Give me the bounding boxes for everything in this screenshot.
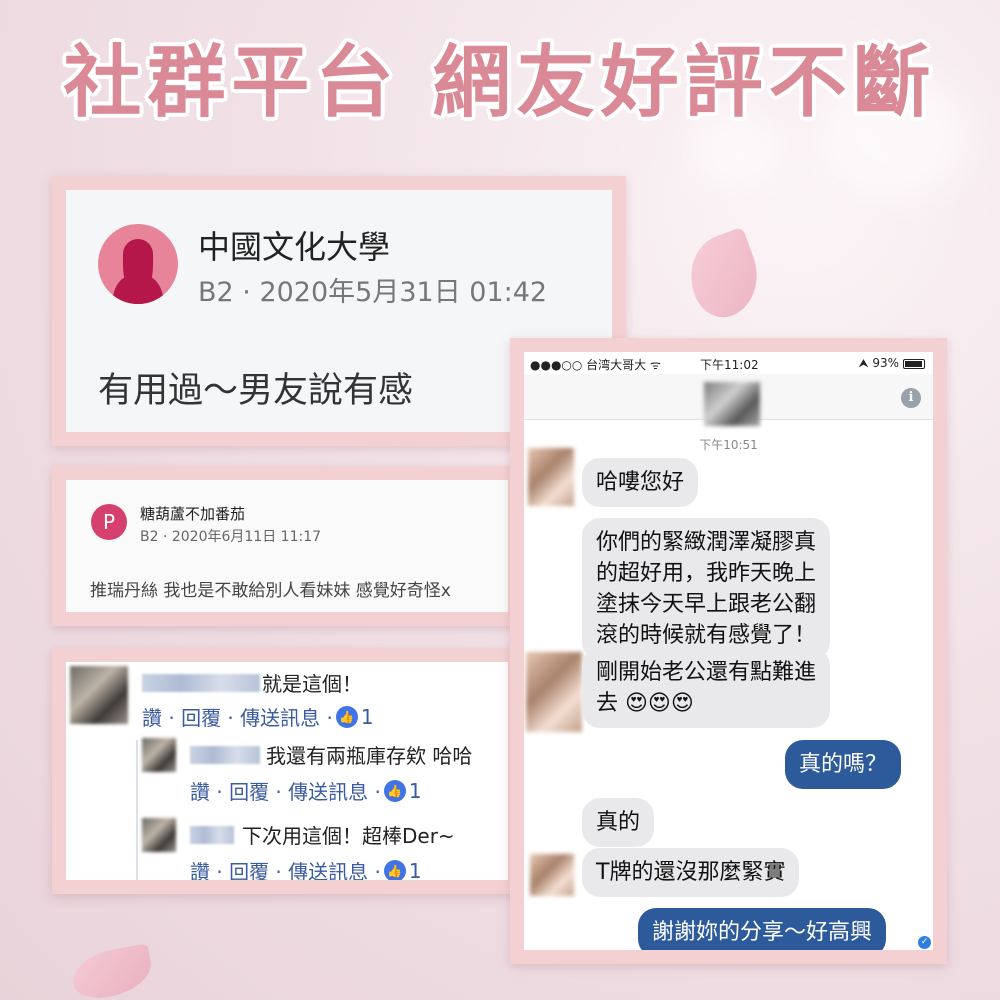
like-thumb-icon: 👍 (383, 859, 406, 880)
sender-avatar (526, 652, 582, 732)
comment-actions: 讚 · 回覆 · 傳送訊息 · 👍 1 (190, 856, 422, 880)
chat-screenshot-card: ●●●○○ 台湾大哥大 ᯤ 下午11:02 ⮝ 93% i 下午10:51 哈嘍… (510, 338, 947, 964)
like-thumb-icon: 👍 (383, 779, 406, 802)
redacted-name (190, 746, 260, 764)
reviewer-name[interactable]: 中國文化大學 (198, 222, 390, 268)
like-count: 1 (360, 704, 374, 729)
avatar (70, 666, 128, 724)
review-card-2: P 糖葫蘆不加番茄 B2 · 2020年6月11日 11:17 推瑞丹絲 我也是… (52, 466, 522, 626)
petal-decoration (678, 226, 770, 326)
comment-actions: 讚 · 回覆 · 傳送訊息 · 👍 1 (142, 702, 374, 731)
redacted-name (142, 674, 260, 692)
comment-actions: 讚 · 回覆 · 傳送訊息 · 👍 1 (190, 776, 422, 805)
reviewer-name[interactable]: 糖葫蘆不加番茄 (140, 503, 245, 524)
reply-thread-line (136, 740, 138, 880)
battery-status: ⮝ 93% (858, 356, 925, 371)
comment-text: 下次用這個！超棒Der~ (242, 824, 455, 848)
comment-action-links[interactable]: 讚 · 回覆 · 傳送訊息 · (190, 856, 381, 880)
redacted-name (190, 826, 234, 844)
contact-avatar[interactable] (704, 382, 760, 426)
review-meta: B2 · 2020年6月11日 11:17 (140, 529, 322, 545)
info-icon[interactable]: i (901, 388, 921, 408)
review-text: 有用過～男友說有感 (98, 371, 414, 411)
comment-text: 我還有兩瓶庫存欸 哈哈 (266, 744, 473, 768)
avatar (142, 818, 176, 852)
message-bubble-incoming: 哈嘍您好 (582, 458, 699, 507)
comment-thread-card: 就是這個！ 讚 · 回覆 · 傳送訊息 · 👍 1 我還有兩瓶庫存欸 哈哈 讚 … (52, 648, 522, 894)
message-bubble-incoming: 你們的緊緻潤澤凝膠真 的超好用，我昨天晚上 塗抹今天早上跟老公翻 滾的時候就有感… (582, 518, 831, 660)
clock: 下午11:02 (700, 358, 759, 372)
comment-action-links[interactable]: 讚 · 回覆 · 傳送訊息 · (142, 702, 333, 731)
message-bubble-incoming: T牌的還沒那麼緊實 (582, 848, 800, 897)
message-bubble-outgoing: 真的嗎？ (785, 740, 902, 789)
petal-decoration (68, 943, 156, 1000)
sender-avatar (528, 448, 574, 506)
message-bubble-incoming: 真的 (582, 798, 655, 847)
chat-timestamp: 下午10:51 (699, 438, 758, 452)
sender-avatar (530, 854, 574, 896)
message-bubble-incoming: 剛開始老公還有點難進 去 😍😍😍 (582, 648, 831, 728)
battery-icon (903, 358, 925, 369)
person-silhouette-icon (112, 239, 164, 304)
chat-header: i (524, 374, 933, 426)
carrier-signal: ●●●○○ 台湾大哥大 ᯤ (530, 358, 661, 372)
headline: 社群平台 網友好評不斷 (63, 38, 937, 128)
avatar (98, 224, 178, 304)
review-text: 推瑞丹絲 我也是不敢給別人看妹妹 感覺好奇怪x (90, 581, 451, 601)
message-bubble-outgoing: 謝謝妳的分享～好高興 (638, 908, 887, 950)
like-thumb-icon: 👍 (335, 705, 358, 728)
comment-text: 就是這個！ (262, 672, 362, 696)
battery-percent: ⮝ 93% (858, 356, 899, 370)
review-meta: B2 · 2020年5月31日 01:42 (198, 277, 548, 308)
read-receipt-icon: ✓ (918, 936, 931, 949)
like-count: 1 (408, 778, 422, 803)
avatar (142, 738, 176, 772)
like-count: 1 (408, 858, 422, 881)
comment-action-links[interactable]: 讚 · 回覆 · 傳送訊息 · (190, 776, 381, 805)
avatar: P (91, 504, 127, 540)
status-bar: ●●●○○ 台湾大哥大 ᯤ 下午11:02 ⮝ 93% (524, 352, 933, 374)
